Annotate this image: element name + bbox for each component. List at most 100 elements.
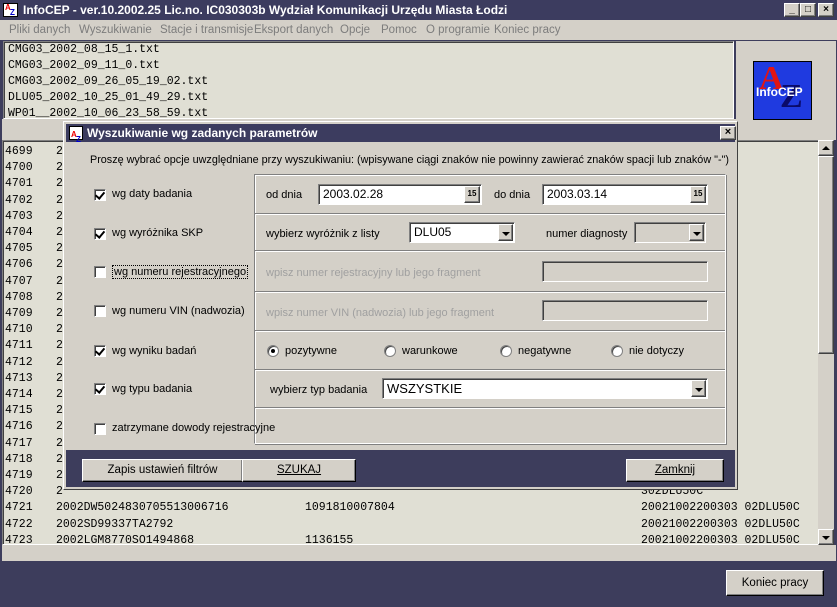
menu-stacje-i-transmisje[interactable]: Stacje i transmisje <box>160 20 253 40</box>
scroll-down-icon[interactable] <box>818 529 834 545</box>
table-row[interactable]: 4721 2002DW5024830705513006716 10918100078… <box>5 500 818 516</box>
table-cell-a: 2 <box>56 177 63 191</box>
result-checkbox-label[interactable]: wg wyniku badań <box>112 345 196 357</box>
maximize-icon[interactable]: □ <box>800 3 816 17</box>
table-cell-a: 2 <box>56 436 63 450</box>
search-dialog: A Z Wyszukiwanie wg zadanych parametrów … <box>63 121 738 490</box>
date-checkbox-label[interactable]: wg daty badania <box>112 188 192 200</box>
dialog-title-bar: A Z Wyszukiwanie wg zadanych parametrów … <box>66 124 736 144</box>
vin-hint: wpisz numer VIN (nadwozia) lub jego frag… <box>266 307 495 319</box>
chevron-down-icon[interactable] <box>691 380 706 397</box>
table-cell-a: 2 <box>56 226 63 239</box>
result-not-applicable-radio[interactable] <box>611 345 623 357</box>
table-cell-n: 4721 <box>5 501 33 515</box>
file-item[interactable]: CMG03_2002_08_15_1.txt <box>4 42 733 58</box>
diagnostician-select[interactable] <box>634 222 706 243</box>
table-cell-a: 2 <box>56 452 63 466</box>
exit-button[interactable]: Koniec pracy <box>726 570 824 596</box>
date-from-field[interactable]: 2003.02.28 15 <box>318 184 482 205</box>
menu-pomoc[interactable]: Pomoc <box>381 20 417 40</box>
date-checkbox[interactable] <box>94 189 106 201</box>
table-cell-a: 2 <box>56 420 63 434</box>
skp-checkbox[interactable] <box>94 228 106 240</box>
menu-wyszukiwanie[interactable]: Wyszukiwanie <box>79 20 152 40</box>
minimize-icon[interactable]: _ <box>784 3 800 17</box>
calendar-icon[interactable]: 15 <box>690 186 706 203</box>
divider <box>255 291 725 293</box>
calendar-icon[interactable]: 15 <box>464 186 480 203</box>
type-checkbox-label[interactable]: wg typu badania <box>112 383 192 395</box>
date-to-label: do dnia <box>494 189 531 201</box>
reg-number-hint: wpisz numer rejestracyjny lub jego fragm… <box>266 267 481 279</box>
table-row[interactable]: 4722 2002SD99337TA2792 20021002200303 02DL… <box>5 517 818 533</box>
result-negative-label[interactable]: negatywne <box>518 345 571 357</box>
table-cell-d: 20021002200303 02DLU50C <box>641 517 800 531</box>
menu-eksport-danych[interactable]: Eksport danych <box>254 20 333 40</box>
dialog-close-icon[interactable]: × <box>720 126 736 140</box>
table-cell-n: 4703 <box>5 209 33 223</box>
table-cell-n: 4712 <box>5 355 33 369</box>
held-documents-checkbox-label[interactable]: zatrzymane dowody rejestracyjne <box>112 422 275 434</box>
chevron-down-icon[interactable] <box>689 224 704 241</box>
vertical-scrollbar[interactable] <box>818 140 834 545</box>
reg-number-field[interactable] <box>542 261 708 282</box>
menu-bar: Pliki danych Wyszukiwanie Stacje i trans… <box>0 20 837 40</box>
infocep-logo: A Z InfoCEP <box>753 60 812 120</box>
result-negative-radio[interactable] <box>500 345 512 357</box>
horizontal-scrollbar[interactable] <box>2 545 836 561</box>
file-item[interactable]: CMG03_2002_09_26_05_19_02.txt <box>4 74 733 90</box>
skp-checkbox-label[interactable]: wg wyróżnika SKP <box>112 227 203 239</box>
table-cell-a: 2 <box>56 371 63 385</box>
menu-koniec-pracy[interactable]: Koniec pracy <box>494 20 560 40</box>
table-cell-a: 2 <box>56 193 63 207</box>
dialog-intro: Proszę wybrać opcje uwzględniane przy wy… <box>90 154 729 166</box>
held-documents-checkbox[interactable] <box>94 423 106 435</box>
chevron-down-icon[interactable] <box>498 224 513 241</box>
vin-checkbox[interactable] <box>94 305 106 317</box>
table-cell-n: 4715 <box>5 404 33 418</box>
result-not-applicable-label[interactable]: nie dotyczy <box>629 345 684 357</box>
reg-number-checkbox-label[interactable]: wg numeru rejestracyjnego <box>112 265 249 279</box>
close-icon[interactable]: × <box>818 3 834 17</box>
menu-o-programie[interactable]: O programie <box>426 20 490 40</box>
reg-number-checkbox[interactable] <box>94 266 106 278</box>
table-cell-a: 2 <box>56 355 63 369</box>
menu-opcje[interactable]: Opcje <box>340 20 370 40</box>
table-cell-n: 4714 <box>5 388 33 401</box>
table-cell-a: 2 <box>56 145 63 158</box>
file-item[interactable]: DLU05_2002_10_25_01_49_29.txt <box>4 90 733 106</box>
dialog-app-icon: A Z <box>69 126 83 144</box>
date-to-field[interactable]: 2003.03.14 15 <box>542 184 708 205</box>
scroll-thumb[interactable] <box>818 156 834 354</box>
table-cell-n: 4705 <box>5 242 33 256</box>
table-cell-n: 4699 <box>5 145 33 158</box>
menu-pliki-danych[interactable]: Pliki danych <box>9 20 70 40</box>
table-cell-a: 2 <box>56 485 63 499</box>
close-button[interactable]: Zamknij <box>626 459 724 482</box>
table-cell-a: 2 <box>56 404 63 418</box>
table-cell-a: 2 <box>56 209 63 223</box>
table-cell-n: 4709 <box>5 307 33 320</box>
type-checkbox[interactable] <box>94 383 106 395</box>
vin-field[interactable] <box>542 300 708 321</box>
table-cell-d: 20021002200303 02DLU50C <box>641 533 800 545</box>
table-cell-n: 4720 <box>5 485 33 499</box>
scroll-up-icon[interactable] <box>818 140 834 156</box>
title-bar: A Z InfoCEP - ver.10.2002.25 Lic.no. IC0… <box>0 0 837 20</box>
search-button[interactable]: SZUKAJ <box>242 459 356 482</box>
vin-checkbox-label[interactable]: wg numeru VIN (nadwozia) <box>112 305 245 317</box>
result-positive-label[interactable]: pozytywne <box>285 345 337 357</box>
table-cell-n: 4702 <box>5 193 33 207</box>
skp-select[interactable]: DLU05 <box>409 222 515 243</box>
skp-select-value: DLU05 <box>414 225 452 239</box>
file-item[interactable]: CMG03_2002_09_11_0.txt <box>4 58 733 74</box>
result-conditional-radio[interactable] <box>384 345 396 357</box>
result-checkbox[interactable] <box>94 345 106 357</box>
save-filters-button[interactable]: Zapis ustawień filtrów <box>82 459 243 482</box>
table-row[interactable]: 4723 2002LGM8770SO1494868 1136155 200210022… <box>5 533 818 545</box>
type-select[interactable]: WSZYSTKIE <box>382 378 708 399</box>
result-conditional-label[interactable]: warunkowe <box>402 345 458 357</box>
result-positive-radio[interactable] <box>267 345 279 357</box>
table-cell-c: 1091810007804 <box>305 501 395 515</box>
table-cell-n: 4701 <box>5 177 33 191</box>
